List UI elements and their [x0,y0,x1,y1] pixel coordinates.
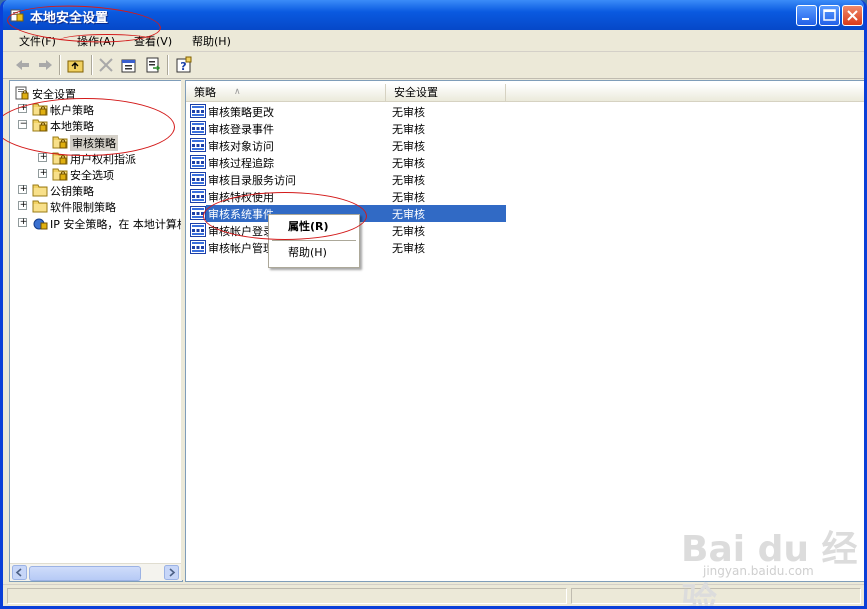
table-row[interactable]: 审核过程追踪 无审核 [190,154,506,171]
tree-expander-icon[interactable]: + [18,184,27,195]
policy-setting: 无审核 [392,106,425,119]
back-arrow-icon[interactable] [13,55,33,75]
watermark: Bai du 经验 jingyan.baidu.com [681,520,861,606]
horizontal-scroll-thumb[interactable] [29,566,141,581]
toolbar-separator [167,55,169,75]
policy-setting: 无审核 [392,225,425,238]
properties-icon[interactable] [119,55,139,75]
locked-folder-icon [52,168,68,181]
tree-item-label: 软件限制策略 [50,201,116,215]
policy-icon [190,223,206,237]
tree-expander-icon[interactable]: + [38,168,47,178]
list-header: 策略 ∧ 安全设置 [186,84,864,102]
toolbar-separator [91,55,93,75]
main-window: 本地安全设置 文件(F) 操作(A) 查看(V) 帮助(H) ? 安全设置 + 帐户… [0,0,867,609]
policy-name: 审核策略更改 [208,106,274,119]
policy-setting: 无审核 [392,140,425,153]
table-row[interactable]: 审核对象访问 无审核 [190,137,506,154]
forward-arrow-icon[interactable] [35,55,55,75]
tree-expander-icon[interactable]: + [18,200,27,211]
toolbar-separator [59,55,61,75]
tree-item-label: IP 安全策略，在 本地计算机 [50,217,183,231]
toolbar: ? [3,52,864,79]
policy-icon [190,138,206,152]
watermark-url: jingyan.baidu.com [703,564,814,578]
list-pane[interactable]: 策略 ∧ 安全设置 审核策略更改 无审核 审核登录事件 无审核 审核对象访问 无审核 审核过… [185,80,864,582]
maximize-icon [823,9,836,21]
help-icon[interactable]: ? [174,55,194,75]
table-row[interactable]: 审核策略更改 无审核 [190,103,506,120]
maximize-button[interactable] [819,5,840,26]
policy-name: 审核对象访问 [208,140,274,153]
policy-name: 审核登录事件 [208,123,274,136]
delete-icon[interactable] [96,55,116,75]
annotation-ellipse [203,192,367,240]
policy-icon [190,240,206,254]
policy-setting: 无审核 [392,123,425,136]
column-header-setting-label: 安全设置 [394,86,438,99]
policy-name: 审核过程追踪 [208,157,274,170]
policy-setting: 无审核 [392,174,425,187]
policy-name: 审核帐户管理 [208,242,274,255]
policy-setting: 无审核 [392,208,425,221]
close-icon [847,10,858,21]
policy-name: 审核目录服务访问 [208,174,296,187]
scroll-right-icon[interactable] [164,565,179,580]
policy-icon [190,104,206,118]
status-cell-main [7,588,567,604]
annotation-arc [59,34,155,47]
tree-expander-icon[interactable]: + [38,152,47,162]
scroll-left-icon[interactable] [12,565,27,580]
annotation-ellipse [3,98,175,156]
up-folder-icon[interactable] [66,55,86,75]
folder-icon [32,184,48,197]
minimize-button[interactable] [796,5,817,26]
context-menu-separator [272,240,356,241]
minimize-icon [802,18,809,20]
policy-setting: 无审核 [392,157,425,170]
tree-expander-icon[interactable]: + [18,217,27,227]
context-menu-help[interactable]: 帮助(H) [269,244,357,262]
table-row[interactable]: 审核登录事件 无审核 [190,120,506,137]
table-row[interactable]: 审核目录服务访问 无审核 [190,171,506,188]
security-settings-icon [15,86,29,100]
policy-icon [190,121,206,135]
column-header-policy[interactable]: 策略 ∧ [186,84,386,101]
horizontal-scrollbar[interactable] [10,563,182,581]
tree-item-label: 安全选项 [70,169,114,182]
ip-security-icon [33,218,48,230]
policy-setting: 无审核 [392,191,425,204]
policy-setting: 无审核 [392,242,425,255]
policy-icon [190,155,206,169]
column-header-setting[interactable]: 安全设置 [386,84,506,101]
menu-help[interactable]: 帮助(H) [192,33,231,49]
policy-icon [190,172,206,186]
close-button[interactable] [842,5,863,26]
export-list-icon[interactable] [143,55,163,75]
folder-icon [32,200,48,213]
column-header-policy-label: 策略 [194,86,216,99]
tree-item-label: 公钥策略 [50,185,94,199]
policy-icon [190,189,206,203]
sort-ascending-icon: ∧ [234,87,241,97]
